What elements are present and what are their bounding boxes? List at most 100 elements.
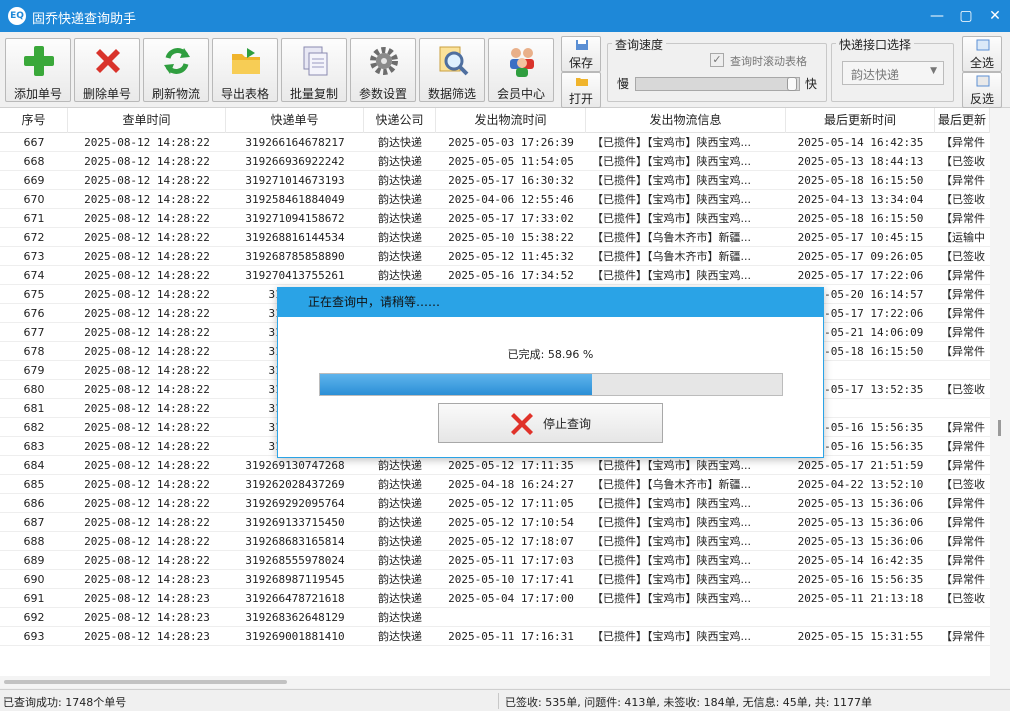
- horizontal-scrollbar[interactable]: [0, 676, 990, 688]
- toolbar: 添加单号 删除单号 刷新物流 导出表格 批量复制 参数设置 数据筛选 会员中心 …: [0, 32, 1010, 108]
- vertical-scrollbar[interactable]: [990, 108, 1010, 688]
- select-all-button[interactable]: 全选: [962, 36, 1002, 72]
- table-cell: 【已揽件】【宝鸡市】陕西宝鸡...: [592, 459, 751, 472]
- table-cell: [592, 608, 786, 627]
- table-row[interactable]: 693 2025-08-12 14:28:23 319269001881410 韵达快…: [0, 627, 990, 646]
- table-cell: 韵达快递: [378, 630, 422, 643]
- column-header[interactable]: 发出物流时间: [436, 108, 586, 133]
- table-row[interactable]: 673 2025-08-12 14:28:22 319268785858890 韵达快…: [0, 247, 990, 266]
- refresh-icon: [164, 48, 190, 74]
- column-header[interactable]: 快递公司: [364, 108, 436, 133]
- table-row[interactable]: 688 2025-08-12 14:28:22 319268683165814 韵达快…: [0, 532, 990, 551]
- table-cell: 692: [23, 611, 45, 624]
- table-cell: 韵达快递: [378, 535, 422, 548]
- magnifier-icon: [439, 46, 469, 76]
- table-cell: 2025-08-12 14:28:22: [84, 212, 210, 225]
- table-row[interactable]: 689 2025-08-12 14:28:22 319268555978024 韵达快…: [0, 551, 990, 570]
- settings-button[interactable]: 参数设置: [350, 38, 416, 102]
- api-select-value: 韵达快递: [851, 68, 900, 82]
- stop-query-button[interactable]: 停止查询: [438, 403, 663, 443]
- table-cell: 【异常件: [941, 554, 985, 567]
- table-cell: 2025-08-12 14:28:22: [84, 231, 210, 244]
- table-cell: 【已揽件】【宝鸡市】陕西宝鸡...: [592, 174, 751, 187]
- export-table-button[interactable]: 导出表格: [212, 38, 278, 102]
- speed-slider[interactable]: [635, 77, 800, 91]
- progress-text: 已完成: 58.96 %: [507, 348, 594, 361]
- column-header[interactable]: 最后更新: [935, 108, 990, 133]
- column-header[interactable]: 查单时间: [68, 108, 226, 133]
- table-row[interactable]: 669 2025-08-12 14:28:22 319271014673193 韵达快…: [0, 171, 990, 190]
- minimize-button[interactable]: —: [926, 5, 948, 27]
- table-row[interactable]: 691 2025-08-12 14:28:23 319266478721618 韵达快…: [0, 589, 990, 608]
- table-cell: 韵达快递: [378, 478, 422, 491]
- copy-icon: [303, 46, 328, 76]
- table-cell: 678: [23, 345, 45, 358]
- column-header[interactable]: 发出物流信息: [586, 108, 786, 133]
- table-row[interactable]: 667 2025-08-12 14:28:22 319266164678217 韵达快…: [0, 133, 990, 152]
- delete-number-button[interactable]: 删除单号: [74, 38, 140, 102]
- open-label: 打开: [568, 92, 593, 106]
- table-cell: 319266478721618: [245, 592, 345, 605]
- table-row[interactable]: 684 2025-08-12 14:28:22 319269130747268 韵达快…: [0, 456, 990, 475]
- open-button[interactable]: 打开: [561, 72, 601, 108]
- table-row[interactable]: 670 2025-08-12 14:28:22 319258461884049 韵达快…: [0, 190, 990, 209]
- column-header[interactable]: 序号: [0, 108, 68, 133]
- close-button[interactable]: ✕: [984, 5, 1006, 27]
- table-cell: 2025-08-12 14:28:22: [84, 269, 210, 282]
- batch-copy-button[interactable]: 批量复制: [281, 38, 347, 102]
- table-row[interactable]: 687 2025-08-12 14:28:22 319269133715450 韵达快…: [0, 513, 990, 532]
- table-cell: 319258461884049: [245, 193, 345, 206]
- invert-select-button[interactable]: 反选: [962, 72, 1002, 108]
- refresh-logistics-button[interactable]: 刷新物流: [143, 38, 209, 102]
- table-cell: 682: [23, 421, 45, 434]
- table-row[interactable]: 690 2025-08-12 14:28:23 319268987119545 韵达快…: [0, 570, 990, 589]
- table-cell: 319268362648129: [245, 611, 345, 624]
- column-header[interactable]: 最后更新时间: [786, 108, 935, 133]
- vertical-scroll-thumb[interactable]: [998, 420, 1001, 436]
- save-button[interactable]: 保存: [561, 36, 601, 72]
- table-cell: 【异常件: [941, 497, 985, 510]
- column-header[interactable]: 快递单号: [226, 108, 364, 133]
- data-filter-button[interactable]: 数据筛选: [419, 38, 485, 102]
- window-title: 固乔快递查询助手: [32, 12, 137, 27]
- table-cell: 韵达快递: [378, 497, 422, 510]
- table-cell: 683: [23, 440, 45, 453]
- table-cell: 686: [23, 497, 45, 510]
- table-cell: 2025-05-15 15:31:55: [797, 630, 924, 643]
- maximize-button[interactable]: ▢: [955, 5, 977, 27]
- table-cell: 2025-05-14 16:42:35: [797, 554, 924, 567]
- table-cell: 2025-08-12 14:28:22: [84, 364, 210, 377]
- red-x-icon: [511, 413, 533, 435]
- table-row[interactable]: 686 2025-08-12 14:28:22 319269292095764 韵达快…: [0, 494, 990, 513]
- table-row[interactable]: 671 2025-08-12 14:28:22 319271094158672 韵达快…: [0, 209, 990, 228]
- add-number-button[interactable]: 添加单号: [5, 38, 71, 102]
- table-row[interactable]: 672 2025-08-12 14:28:22 319268816144534 韵达快…: [0, 228, 990, 247]
- api-select[interactable]: 韵达快递 ▼: [842, 61, 944, 85]
- table-cell: 【已签收: [941, 155, 985, 168]
- progress-dialog: 正在查询中，请稍等…… 已完成: 58.96 % 停止查询: [277, 287, 824, 458]
- table-cell: 672: [23, 231, 45, 244]
- table-cell: 2025-05-16 17:34:52: [448, 269, 574, 282]
- table-cell: 319269133715450: [245, 516, 345, 529]
- table-cell: 691: [23, 592, 45, 605]
- table-cell: 2025-05-13 18:44:13: [797, 155, 924, 168]
- table-row[interactable]: 685 2025-08-12 14:28:22 319262028437269 韵达快…: [0, 475, 990, 494]
- table-cell: 2025-05-17 17:22:06: [797, 269, 924, 282]
- table-cell: 【异常件: [941, 459, 985, 472]
- horizontal-scroll-thumb[interactable]: [4, 680, 287, 684]
- table-cell: 【异常件: [941, 440, 985, 453]
- scroll-table-checkbox[interactable]: ✓: [710, 53, 724, 67]
- table-row[interactable]: 674 2025-08-12 14:28:22 319270413755261 韵达快…: [0, 266, 990, 285]
- table-cell: 688: [23, 535, 45, 548]
- table-row[interactable]: 668 2025-08-12 14:28:22 319266936922242 韵达快…: [0, 152, 990, 171]
- table-cell: 689: [23, 554, 45, 567]
- table-cell: 韵达快递: [378, 516, 422, 529]
- member-center-button[interactable]: 会员中心: [488, 38, 554, 102]
- table-cell: 2025-05-12 11:45:32: [448, 250, 574, 263]
- settings-label: 参数设置: [358, 87, 407, 101]
- plus-icon: [24, 46, 54, 76]
- table-cell: 韵达快递: [378, 269, 422, 282]
- table-row[interactable]: 692 2025-08-12 14:28:23 319268362648129 韵达快…: [0, 608, 990, 627]
- speed-slider-handle[interactable]: [787, 77, 797, 91]
- table-cell: 【已揽件】【宝鸡市】陕西宝鸡...: [592, 592, 751, 605]
